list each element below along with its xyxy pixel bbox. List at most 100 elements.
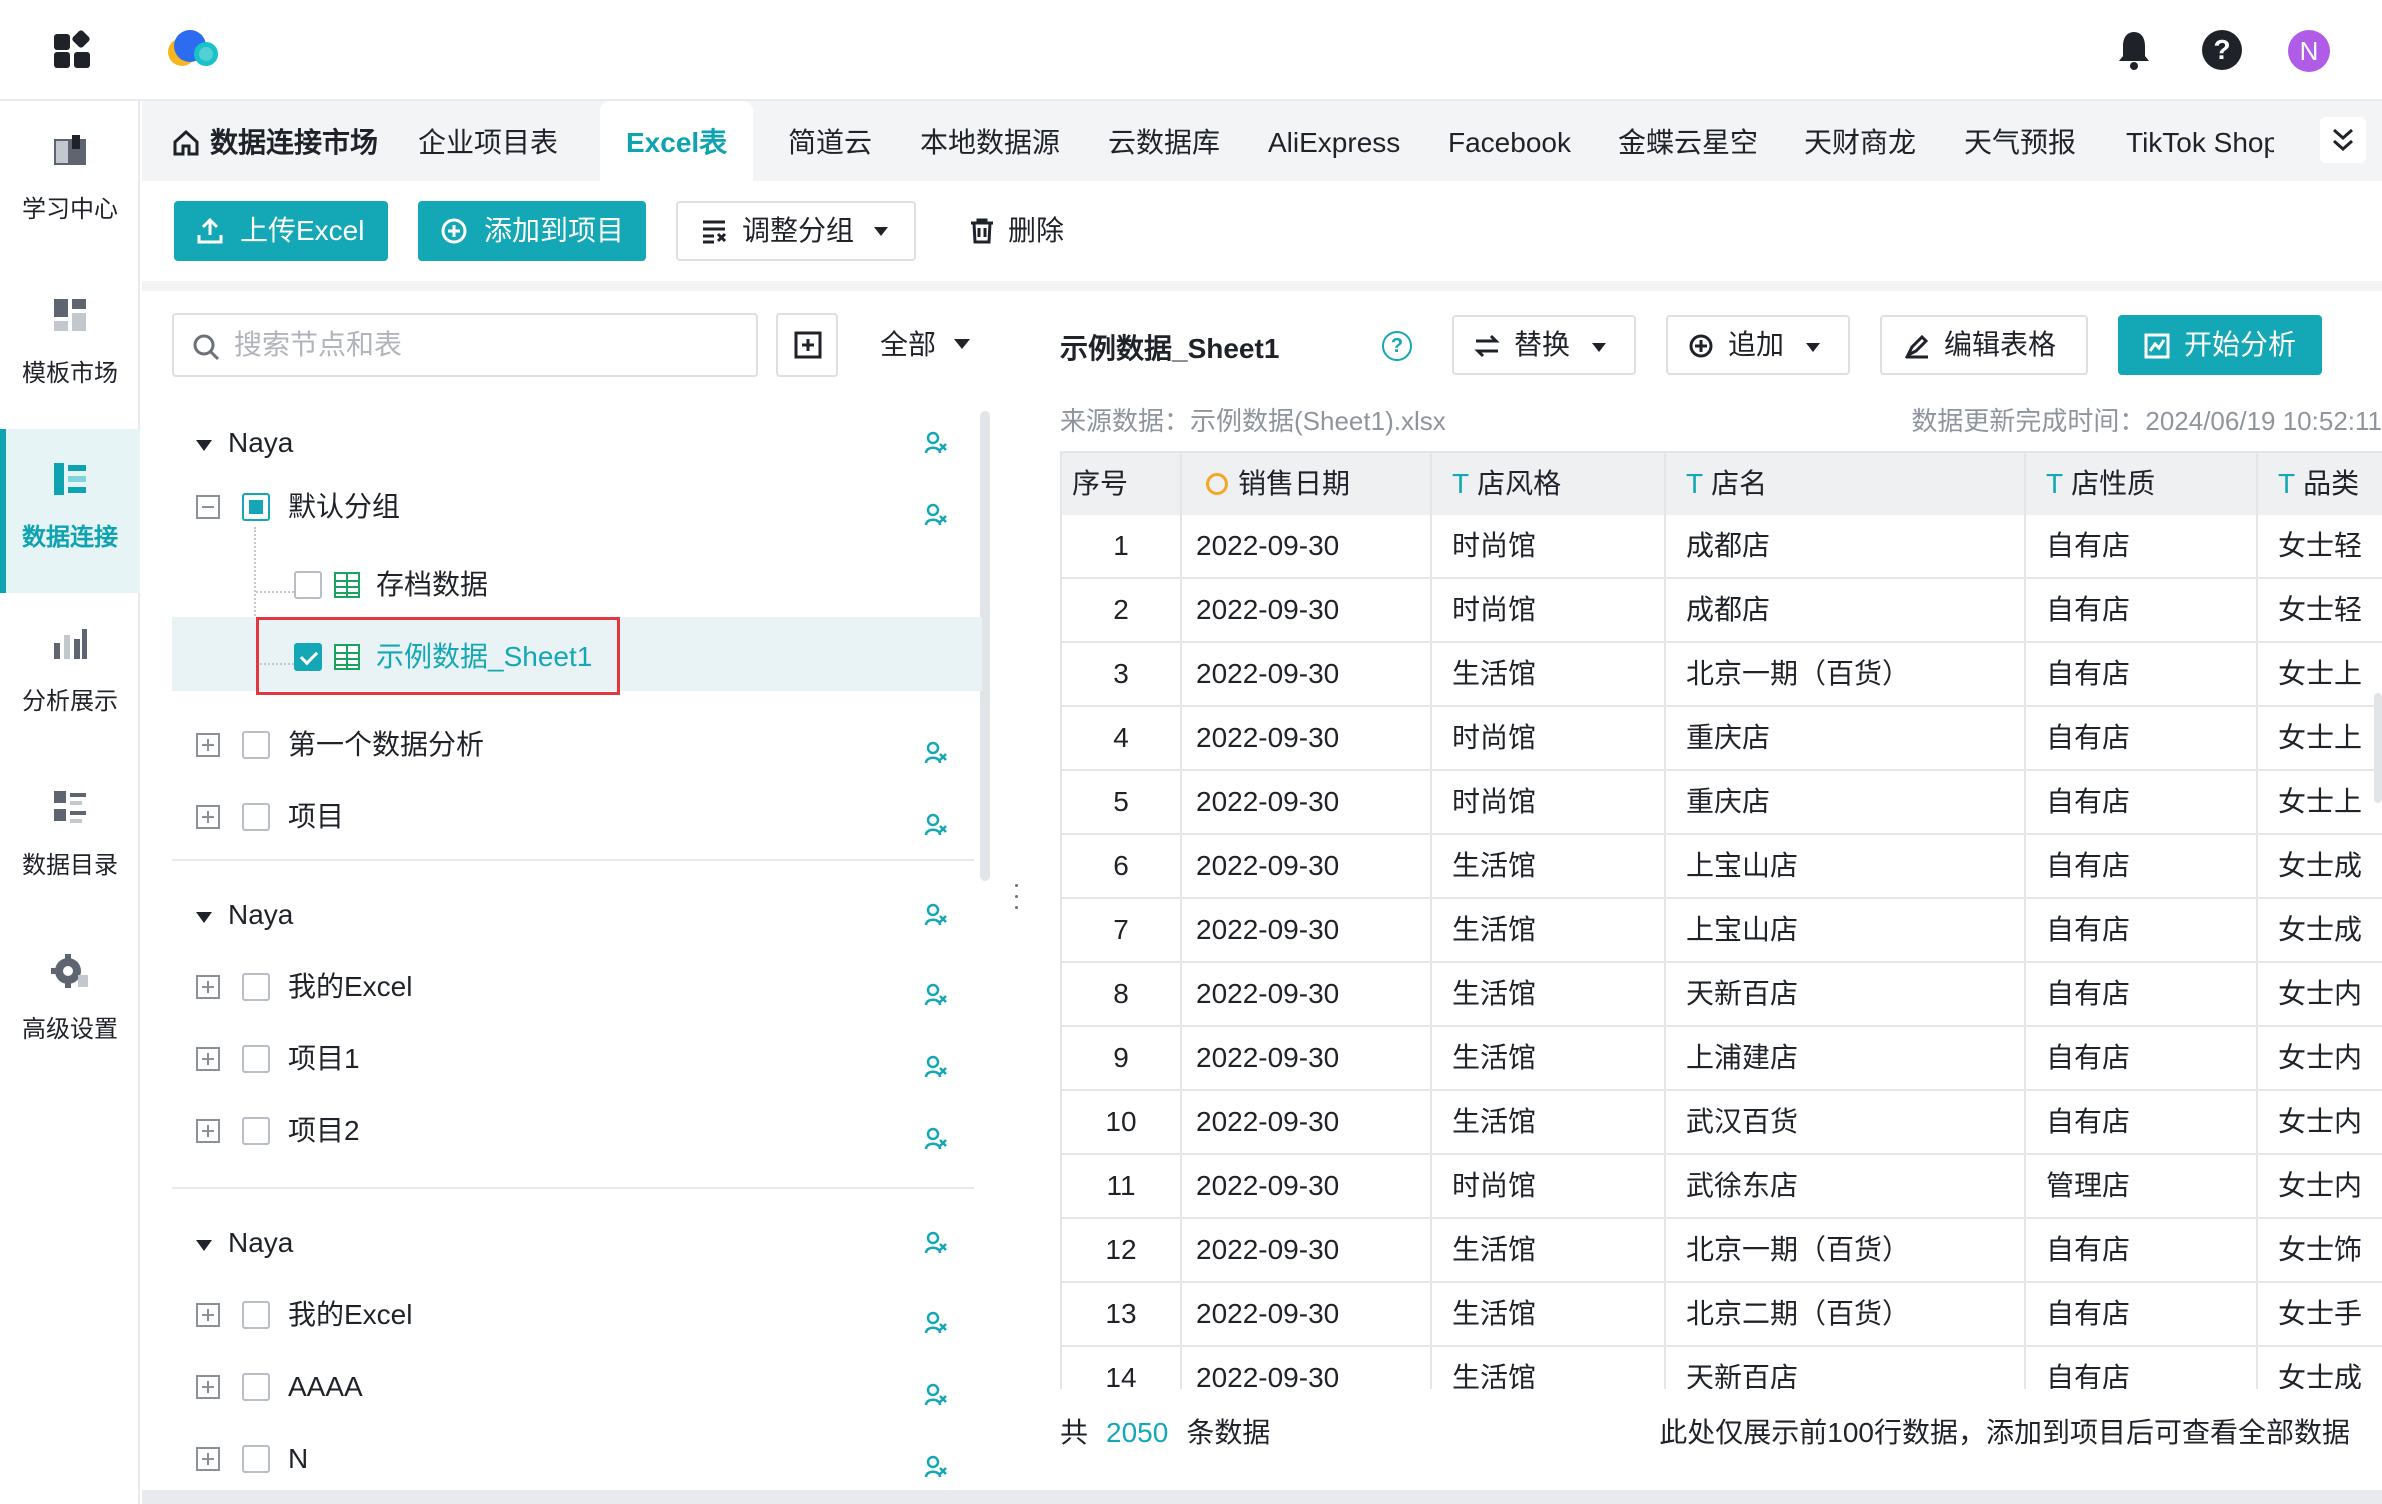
replace-button[interactable]: 替换 xyxy=(1452,315,1636,375)
table-row[interactable]: 14 2022-09-30 生活馆 天新百店 自有店 女士成 xyxy=(1062,1347,2382,1389)
tree-node-label[interactable]: 存档数据 xyxy=(376,557,488,613)
column-header[interactable]: 销售日期 xyxy=(1182,453,1432,515)
tab-cloud-database[interactable]: 云数据库 xyxy=(1108,101,1220,181)
checkbox[interactable] xyxy=(242,1373,270,1401)
table-vertical-scrollbar[interactable] xyxy=(2374,693,2382,803)
checkbox-partial[interactable] xyxy=(242,493,270,521)
tab-data-market[interactable]: 数据连接市场 xyxy=(210,101,378,181)
tabs-more-button[interactable] xyxy=(2320,117,2366,163)
tab-kingdee[interactable]: 金蝶云星空 xyxy=(1618,101,1758,181)
tab-enterprise-projects[interactable]: 企业项目表 xyxy=(418,101,558,181)
upload-excel-button[interactable]: 上传Excel xyxy=(174,201,388,261)
checkbox[interactable] xyxy=(242,803,270,831)
user-share-icon[interactable] xyxy=(924,1311,948,1335)
sidebar-item-catalog[interactable]: 数据目录 xyxy=(0,757,140,921)
page-horizontal-scrollbar[interactable] xyxy=(142,1490,2382,1504)
apps-grid-icon[interactable] xyxy=(54,29,92,70)
tree-node-label[interactable]: 项目1 xyxy=(288,1031,360,1087)
table-row[interactable]: 4 2022-09-30 时尚馆 重庆店 自有店 女士上 xyxy=(1062,707,2382,771)
help-icon[interactable]: ? xyxy=(2202,30,2242,70)
expand-toggle[interactable] xyxy=(196,1375,220,1399)
checkbox[interactable] xyxy=(242,1445,270,1473)
tree-node-label[interactable]: AAAA xyxy=(288,1359,363,1415)
tab-tiancai[interactable]: 天财商龙 xyxy=(1804,101,1916,181)
table-row[interactable]: 9 2022-09-30 生活馆 上浦建店 自有店 女士内 xyxy=(1062,1027,2382,1091)
column-header[interactable]: T 店性质 xyxy=(2026,453,2258,515)
checkbox[interactable] xyxy=(242,1301,270,1329)
append-button[interactable]: 追加 xyxy=(1666,315,1850,375)
user-share-icon[interactable] xyxy=(924,741,948,765)
add-node-button[interactable] xyxy=(776,313,838,377)
collapse-toggle[interactable] xyxy=(196,495,220,519)
checkbox[interactable] xyxy=(294,571,322,599)
column-header[interactable]: T 品类 xyxy=(2258,453,2382,515)
table-row[interactable]: 5 2022-09-30 时尚馆 重庆店 自有店 女士上 xyxy=(1062,771,2382,835)
expand-toggle[interactable] xyxy=(196,975,220,999)
adjust-group-button[interactable]: 调整分组 xyxy=(676,201,916,261)
sidebar-item-templates[interactable]: 模板市场 xyxy=(0,265,140,429)
table-row[interactable]: 1 2022-09-30 时尚馆 成都店 自有店 女士轻 xyxy=(1062,515,2382,579)
table-row[interactable]: 3 2022-09-30 生活馆 北京一期（百货） 自有店 女士上 xyxy=(1062,643,2382,707)
tree-node-label[interactable]: 项目 xyxy=(288,789,344,845)
expand-toggle[interactable] xyxy=(196,1447,220,1471)
tab-local-datasource[interactable]: 本地数据源 xyxy=(920,101,1060,181)
expand-toggle[interactable] xyxy=(196,733,220,757)
table-row[interactable]: 2 2022-09-30 时尚馆 成都店 自有店 女士轻 xyxy=(1062,579,2382,643)
filter-dropdown[interactable]: 全部 xyxy=(880,313,936,377)
user-share-icon[interactable] xyxy=(924,1127,948,1151)
tab-weather[interactable]: 天气预报 xyxy=(1964,101,2076,181)
user-share-icon[interactable] xyxy=(924,1383,948,1407)
tree-node-label[interactable]: 默认分组 xyxy=(288,479,400,535)
expand-toggle[interactable] xyxy=(196,1303,220,1327)
table-row[interactable]: 10 2022-09-30 生活馆 武汉百货 自有店 女士内 xyxy=(1062,1091,2382,1155)
tab-jiandaoyun[interactable]: 简道云 xyxy=(788,101,872,181)
collapse-caret-icon[interactable] xyxy=(196,1240,212,1251)
sidebar-item-advanced[interactable]: 高级设置 xyxy=(0,921,140,1085)
user-share-icon[interactable] xyxy=(924,503,948,527)
table-row[interactable]: 8 2022-09-30 生活馆 天新百店 自有店 女士内 xyxy=(1062,963,2382,1027)
collapse-caret-icon[interactable] xyxy=(196,912,212,923)
user-share-icon[interactable] xyxy=(924,1055,948,1079)
tree-node-label[interactable]: 我的Excel xyxy=(288,959,412,1015)
expand-toggle[interactable] xyxy=(196,805,220,829)
table-row[interactable]: 6 2022-09-30 生活馆 上宝山店 自有店 女士成 xyxy=(1062,835,2382,899)
checkbox[interactable] xyxy=(242,1117,270,1145)
user-share-icon[interactable] xyxy=(924,1455,948,1479)
user-share-icon[interactable] xyxy=(924,983,948,1007)
user-share-icon[interactable] xyxy=(924,1231,948,1255)
tree-search-input[interactable]: 搜索节点和表 xyxy=(172,313,758,377)
sidebar-item-analysis[interactable]: 分析展示 xyxy=(0,593,140,757)
checkbox[interactable] xyxy=(242,731,270,759)
collapse-caret-icon[interactable] xyxy=(196,440,212,451)
bell-icon[interactable] xyxy=(2116,28,2152,72)
tree-node-label[interactable]: 项目2 xyxy=(288,1103,360,1159)
table-row[interactable]: 13 2022-09-30 生活馆 北京二期（百货） 自有店 女士手 xyxy=(1062,1283,2382,1347)
table-row[interactable]: 12 2022-09-30 生活馆 北京一期（百货） 自有店 女士饰 xyxy=(1062,1219,2382,1283)
table-row[interactable]: 11 2022-09-30 时尚馆 武徐东店 管理店 女士内 xyxy=(1062,1155,2382,1219)
start-analysis-button[interactable]: 开始分析 xyxy=(2118,315,2322,375)
splitter-handle-icon[interactable] xyxy=(1014,884,1020,912)
checkbox[interactable] xyxy=(242,1045,270,1073)
delete-button[interactable]: 删除 xyxy=(968,201,1088,261)
tab-tiktok-shop[interactable]: TikTok Shop xyxy=(2126,101,2274,181)
user-share-icon[interactable] xyxy=(924,903,948,927)
user-share-icon[interactable] xyxy=(924,813,948,837)
checkbox[interactable] xyxy=(242,973,270,1001)
tab-aliexpress[interactable]: AliExpress xyxy=(1268,101,1400,181)
expand-toggle[interactable] xyxy=(196,1047,220,1071)
user-avatar[interactable]: N xyxy=(2288,30,2330,72)
table-row[interactable]: 7 2022-09-30 生活馆 上宝山店 自有店 女士成 xyxy=(1062,899,2382,963)
column-header[interactable]: T 店风格 xyxy=(1432,453,1666,515)
sidebar-item-data-connect[interactable]: 数据连接 xyxy=(0,429,140,593)
edit-table-button[interactable]: 编辑表格 xyxy=(1880,315,2088,375)
add-to-project-button[interactable]: 添加到项目 xyxy=(418,201,646,261)
column-header[interactable]: T 店名 xyxy=(1666,453,2026,515)
help-circle-icon[interactable]: ? xyxy=(1382,331,1412,361)
cloud-logo-icon[interactable] xyxy=(160,28,224,72)
sidebar-item-learning[interactable]: 学习中心 xyxy=(0,101,140,265)
tab-facebook[interactable]: Facebook xyxy=(1448,101,1571,181)
column-header[interactable]: 序号 xyxy=(1062,453,1182,515)
expand-toggle[interactable] xyxy=(196,1119,220,1143)
user-share-icon[interactable] xyxy=(924,431,948,455)
tree-node-label[interactable]: N xyxy=(288,1431,308,1487)
